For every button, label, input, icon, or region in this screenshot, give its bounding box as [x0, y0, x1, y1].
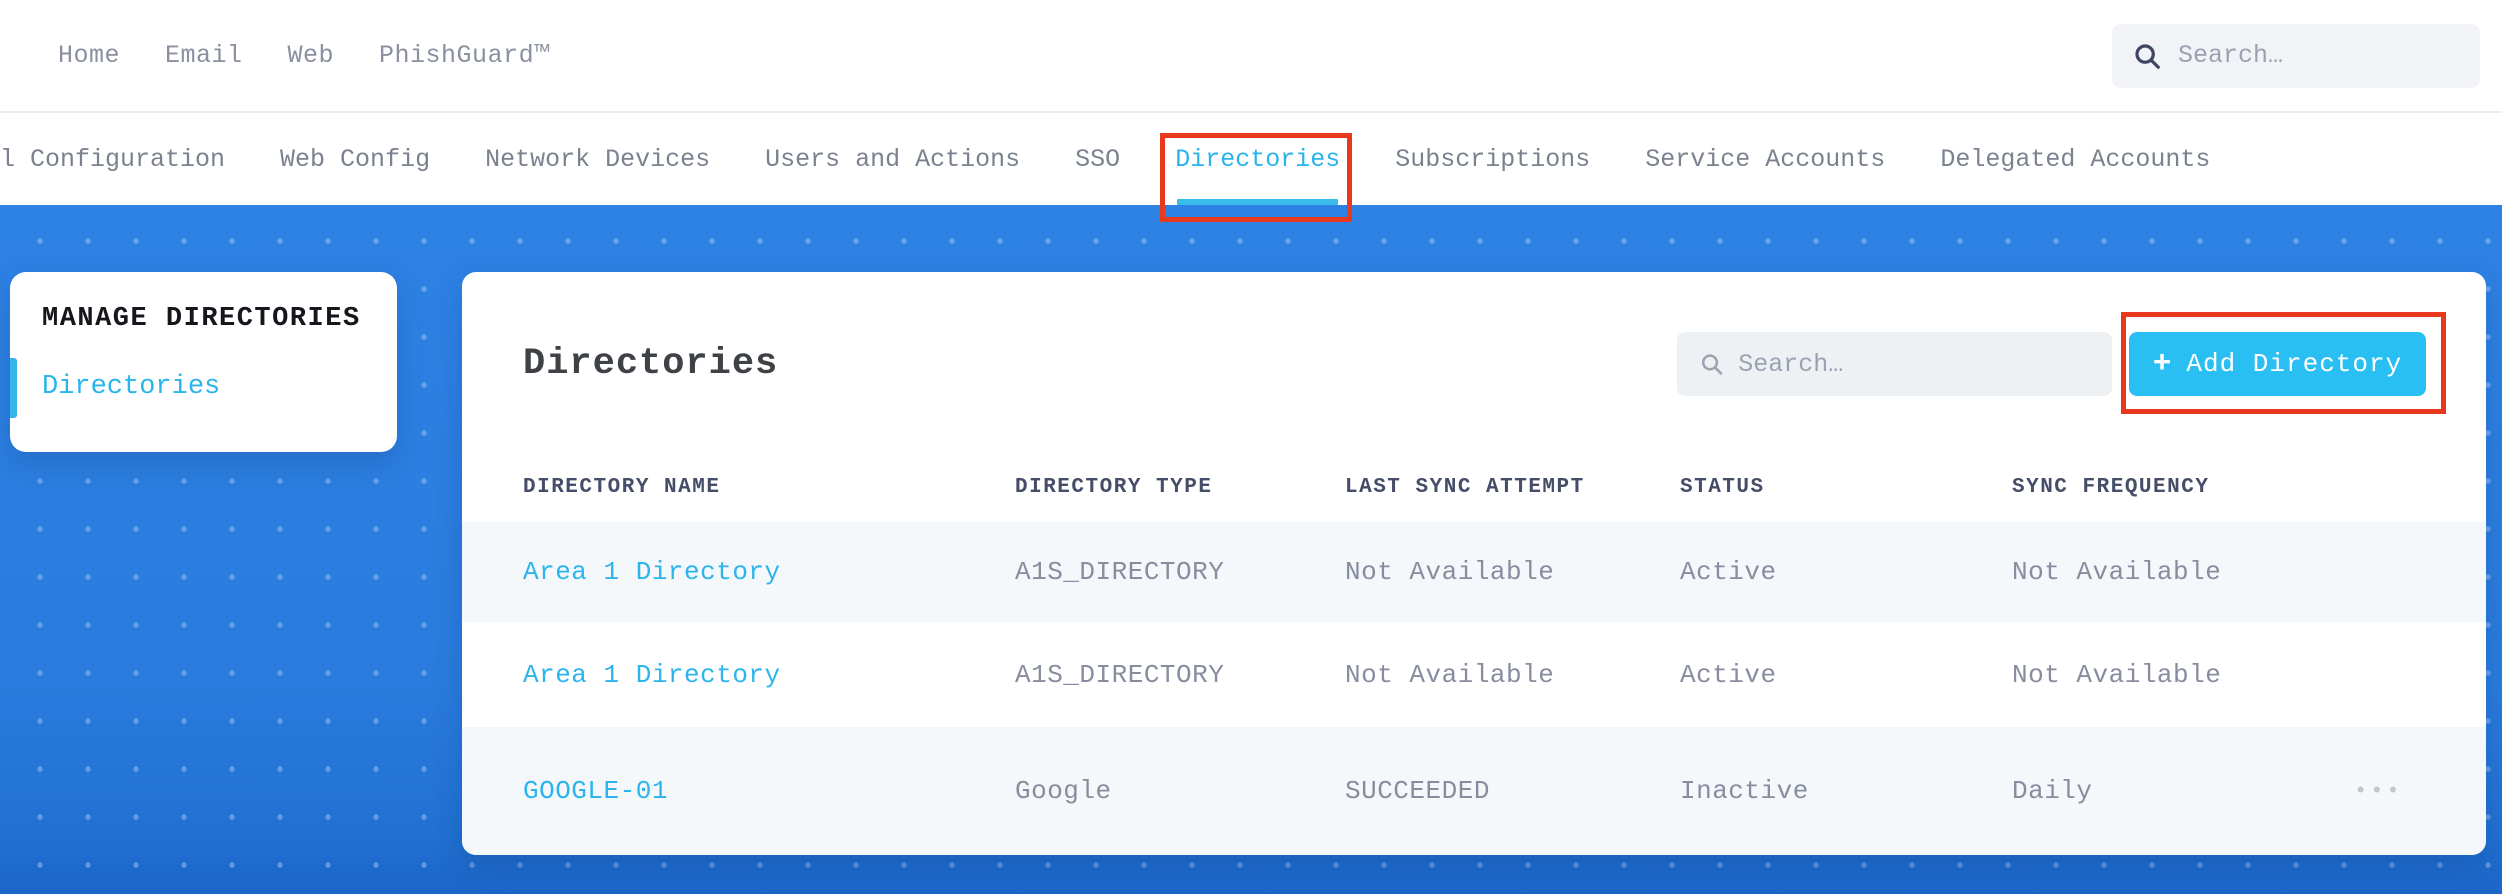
- directory-name-link[interactable]: GOOGLE-01: [523, 776, 1015, 806]
- directory-type-cell: A1S_DIRECTORY: [1015, 557, 1225, 587]
- topnav-item-home[interactable]: Home: [58, 41, 120, 70]
- tab-service-accounts[interactable]: Service Accounts: [1645, 113, 1885, 205]
- topnav-item-email[interactable]: Email: [165, 41, 243, 70]
- table-row: Area 1 Directory A1S_DIRECTORY Not Avail…: [462, 522, 2486, 622]
- global-search-input[interactable]: [2178, 41, 2460, 70]
- sidebar-item-directories-label: Directories: [42, 372, 221, 402]
- add-directory-button-wrap: + Add Directory: [2121, 312, 2446, 414]
- tab-users-and-actions[interactable]: Users and Actions: [765, 113, 1020, 205]
- add-directory-button-label: Add Directory: [2186, 349, 2403, 379]
- plus-icon: +: [2152, 346, 2173, 382]
- topnav-item-phishguard[interactable]: PhishGuard™: [379, 41, 550, 70]
- tab-delegated-accounts[interactable]: Delegated Accounts: [1940, 113, 2210, 205]
- column-header-sync-frequency: SYNC FREQUENCY: [2012, 475, 2210, 499]
- status-cell: Active: [1680, 659, 1777, 690]
- status-cell: Active: [1680, 557, 1777, 587]
- directory-type-cell: Google: [1015, 776, 1112, 806]
- last-sync-cell: SUCCEEDED: [1345, 776, 1490, 806]
- table-row: GOOGLE-01 Google SUCCEEDED Inactive Dail…: [462, 727, 2486, 855]
- column-header-directory-type: DIRECTORY TYPE: [1015, 475, 1213, 499]
- column-header-status: STATUS: [1680, 475, 1765, 499]
- page-background: MANAGE DIRECTORIES Directories Directori…: [0, 205, 2502, 894]
- row-menu-ellipsis-icon[interactable]: •••: [2340, 779, 2486, 804]
- tab-email-configuration[interactable]: Email Configuration: [0, 113, 225, 205]
- last-sync-cell: Not Available: [1345, 557, 1555, 587]
- sync-frequency-cell: Not Available: [2012, 659, 2222, 690]
- tab-subscriptions[interactable]: Subscriptions: [1395, 113, 1590, 205]
- tab-sso[interactable]: SSO: [1075, 113, 1120, 205]
- column-header-directory-name: DIRECTORY NAME: [523, 475, 721, 499]
- search-icon: [2135, 43, 2160, 69]
- table-row: Area 1 Directory A1S_DIRECTORY Not Avail…: [462, 622, 2486, 727]
- tab-web-config[interactable]: Web Config: [280, 113, 430, 205]
- directories-card-header: Directories + Add Directory: [462, 272, 2486, 414]
- top-navigation-bar: Home Email Web PhishGuard™: [0, 0, 2502, 113]
- search-icon: [1701, 354, 1723, 375]
- topnav-item-web[interactable]: Web: [288, 41, 335, 70]
- directory-type-cell: A1S_DIRECTORY: [1015, 659, 1225, 690]
- sidebar-item-directories[interactable]: Directories: [10, 358, 397, 418]
- sync-frequency-cell: Daily: [2012, 776, 2093, 806]
- global-search-box[interactable]: [2112, 23, 2480, 88]
- add-directory-button[interactable]: + Add Directory: [2129, 332, 2426, 396]
- directory-name-link[interactable]: Area 1 Directory: [523, 557, 1015, 587]
- directory-name-link[interactable]: Area 1 Directory: [523, 660, 1015, 690]
- directories-card: Directories + Add Directory DIRECTORY NA…: [462, 272, 2486, 855]
- tab-directories-label: Directories: [1175, 144, 1341, 174]
- settings-tab-bar: Email Configuration Web Config Network D…: [0, 113, 2502, 222]
- sidebar-panel-title: MANAGE DIRECTORIES: [42, 304, 361, 334]
- directories-search-box[interactable]: [1677, 332, 2112, 396]
- sidebar-active-indicator: [10, 358, 17, 418]
- status-cell: Inactive: [1680, 776, 1809, 806]
- directories-search-input[interactable]: [1738, 349, 2090, 379]
- table-header-row: DIRECTORY NAME DIRECTORY TYPE LAST SYNC …: [462, 452, 2486, 522]
- last-sync-cell: Not Available: [1345, 659, 1555, 690]
- sync-frequency-cell: Not Available: [2012, 557, 2222, 587]
- manage-directories-panel: MANAGE DIRECTORIES Directories: [10, 272, 397, 452]
- column-header-last-sync-attempt: LAST SYNC ATTEMPT: [1345, 475, 1585, 499]
- page-title: Directories: [523, 343, 779, 385]
- tab-network-devices[interactable]: Network Devices: [485, 113, 710, 205]
- tab-directories[interactable]: Directories: [1160, 113, 1353, 222]
